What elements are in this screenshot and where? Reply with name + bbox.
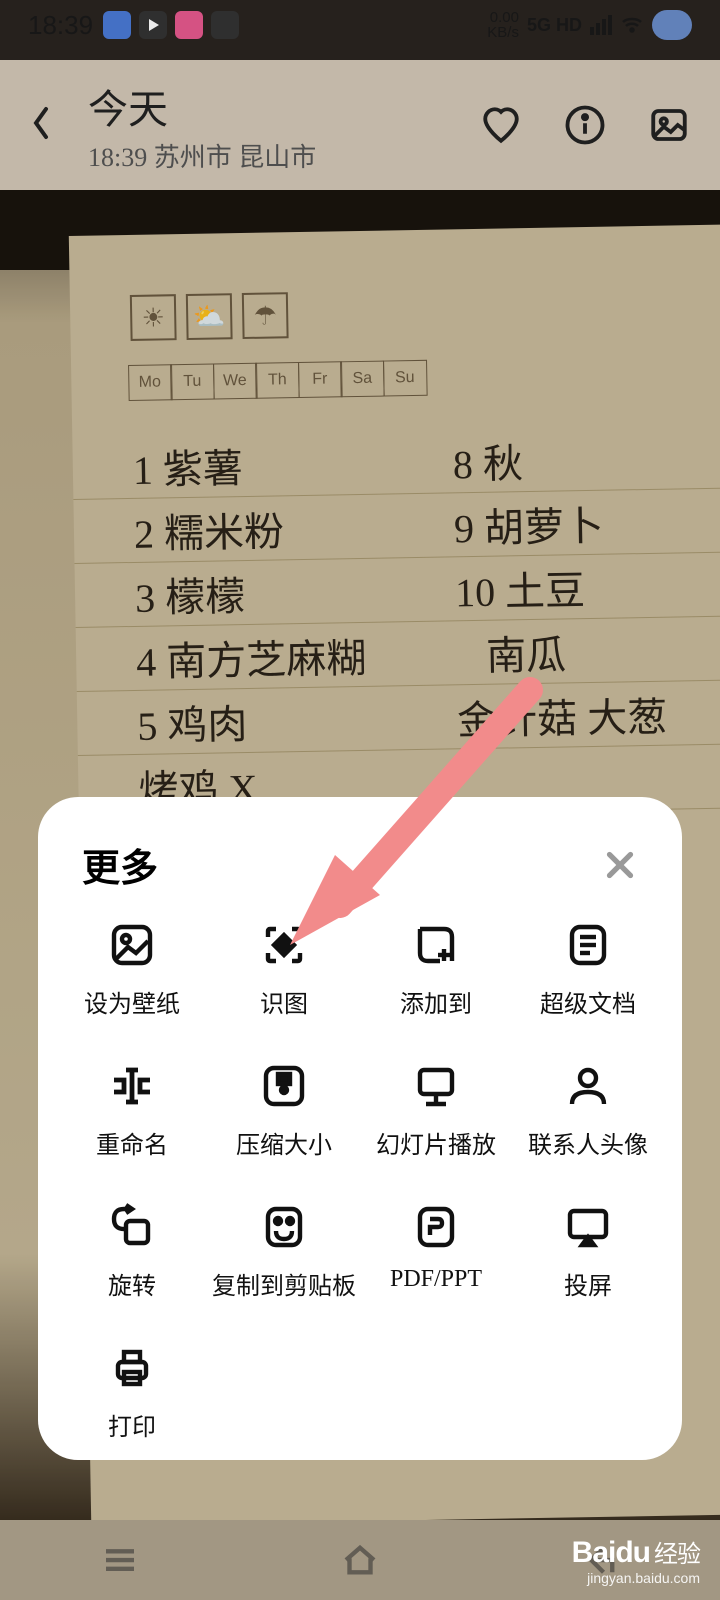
action-contact-avatar[interactable]: 联系人头像 <box>512 1061 664 1160</box>
action-pdf-ppt[interactable]: PDF/PPT <box>360 1202 512 1301</box>
more-actions-sheet: 更多 设为壁纸 识图 添加到 超级文档 重命名 <box>38 797 682 1460</box>
watermark: Baidu经验 jingyan.baidu.com <box>572 1534 700 1586</box>
action-copy-clipboard[interactable]: 复制到剪贴板 <box>208 1202 360 1301</box>
action-rotate[interactable]: 旋转 <box>56 1202 208 1301</box>
action-slideshow[interactable]: 幻灯片播放 <box>360 1061 512 1160</box>
sheet-title: 更多 <box>82 837 158 892</box>
action-compress[interactable]: 压缩大小 <box>208 1061 360 1160</box>
action-print[interactable]: 打印 <box>56 1343 208 1442</box>
action-add-to[interactable]: 添加到 <box>360 920 512 1019</box>
action-scan[interactable]: 识图 <box>208 920 360 1019</box>
close-icon[interactable] <box>602 847 638 883</box>
action-super-doc[interactable]: 超级文档 <box>512 920 664 1019</box>
action-set-wallpaper[interactable]: 设为壁纸 <box>56 920 208 1019</box>
action-rename[interactable]: 重命名 <box>56 1061 208 1160</box>
action-cast[interactable]: 投屏 <box>512 1202 664 1301</box>
